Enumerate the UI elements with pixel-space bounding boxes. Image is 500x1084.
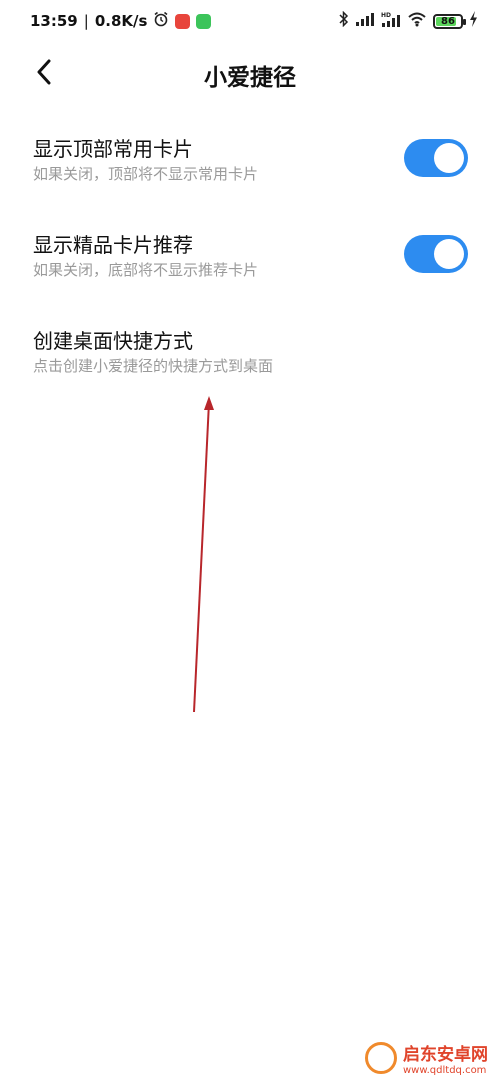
charging-bolt-icon bbox=[469, 11, 478, 31]
status-right: HD 86 bbox=[339, 10, 478, 32]
app-notification-icon bbox=[175, 13, 191, 29]
wifi-icon bbox=[407, 11, 427, 31]
bluetooth-icon bbox=[339, 10, 349, 31]
watermark-text: 启东安卓网 www.qdltdq.com bbox=[403, 1040, 488, 1076]
toggle-switch-top-cards[interactable] bbox=[404, 139, 468, 177]
toggle-knob bbox=[434, 239, 464, 269]
setting-title: 显示精品卡片推荐 bbox=[33, 233, 193, 257]
setting-title: 创建桌面快捷方式 bbox=[33, 329, 193, 353]
setting-create-desktop-shortcut[interactable]: 创建桌面快捷方式 点击创建小爱捷径的快捷方式到桌面 bbox=[0, 325, 500, 415]
toggle-switch-recommended-cards[interactable] bbox=[404, 235, 468, 273]
alarm-clock-icon bbox=[153, 11, 169, 31]
toggle-knob bbox=[434, 143, 464, 173]
svg-text:HD: HD bbox=[381, 12, 391, 19]
app-notification-icon-2 bbox=[196, 13, 212, 29]
watermark-name: 启东安卓网 bbox=[403, 1045, 488, 1065]
watermark-url: www.qdltdq.com bbox=[403, 1065, 487, 1076]
watermark-logo-icon bbox=[365, 1042, 397, 1074]
setting-title: 显示顶部常用卡片 bbox=[33, 137, 193, 161]
setting-show-top-cards[interactable]: 显示顶部常用卡片 如果关闭，顶部将不显示常用卡片 bbox=[0, 133, 500, 223]
status-separator: | bbox=[83, 12, 89, 30]
status-time: 13:59 bbox=[30, 12, 78, 30]
setting-show-recommended-cards[interactable]: 显示精品卡片推荐 如果关闭，底部将不显示推荐卡片 bbox=[0, 229, 500, 319]
setting-subtitle: 点击创建小爱捷径的快捷方式到桌面 bbox=[33, 357, 274, 375]
status-left: 13:59 | 0.8K/s bbox=[30, 10, 212, 32]
status-bar: 13:59 | 0.8K/s HD 86 bbox=[0, 0, 500, 44]
setting-subtitle: 如果关闭，底部将不显示推荐卡片 bbox=[33, 261, 259, 279]
setting-subtitle: 如果关闭，顶部将不显示常用卡片 bbox=[33, 165, 259, 183]
header: 小爱捷径 bbox=[0, 44, 500, 104]
hd-signal-icon: HD bbox=[381, 11, 401, 31]
watermark: 启东安卓网 www.qdltdq.com bbox=[365, 1040, 488, 1076]
battery-level: 86 bbox=[441, 15, 455, 27]
battery-indicator: 86 bbox=[433, 13, 466, 29]
network-speed: 0.8K/s bbox=[94, 12, 148, 30]
signal-icon bbox=[355, 12, 375, 30]
page-title: 小爱捷径 bbox=[204, 65, 296, 91]
